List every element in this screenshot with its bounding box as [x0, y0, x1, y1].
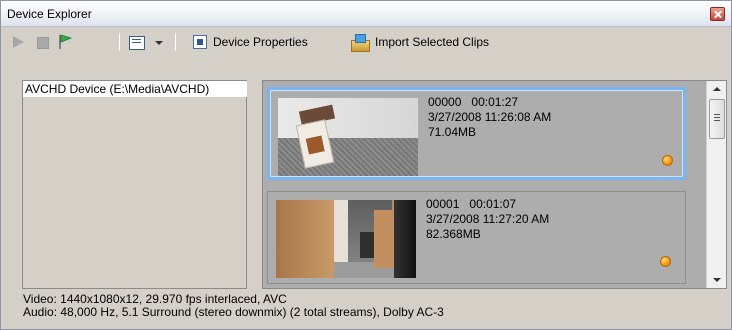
- status-dot-icon: [660, 256, 671, 267]
- device-explorer-window: Device Explorer Device Properties Import…: [0, 0, 732, 330]
- clip-id: 00000: [428, 95, 462, 109]
- scroll-down-button[interactable]: [707, 271, 726, 288]
- clip-datetime: 3/27/2008 11:27:20 AM: [426, 212, 550, 226]
- vertical-scrollbar[interactable]: [706, 81, 726, 288]
- clip-metadata: 00000 00:01:27 3/27/2008 11:26:08 AM 71.…: [428, 95, 551, 140]
- tree-item-avchd-device[interactable]: AVCHD Device (E:\Media\AVCHD): [23, 81, 247, 97]
- grip-icon: [714, 114, 720, 123]
- play-icon[interactable]: [11, 35, 27, 49]
- device-properties-button[interactable]: Device Properties: [193, 32, 308, 52]
- audio-info: Audio: 48,000 Hz, 5.1 Surround (stereo d…: [23, 305, 444, 319]
- scroll-up-button[interactable]: [707, 81, 726, 98]
- clip-datetime: 3/27/2008 11:26:08 AM: [428, 110, 552, 124]
- eject-flag-icon[interactable]: [57, 33, 73, 51]
- clip-size: 71.04MB: [428, 125, 477, 139]
- scroll-thumb[interactable]: [709, 99, 725, 139]
- clip-item[interactable]: 00000 00:01:27 3/27/2008 11:26:08 AM 71.…: [267, 87, 686, 180]
- clip-thumbnail[interactable]: [276, 200, 416, 278]
- chevron-down-icon[interactable]: [155, 41, 163, 45]
- window-title: Device Explorer: [7, 7, 92, 21]
- view-mode-icon[interactable]: [129, 35, 145, 50]
- clips-panel: 00000 00:01:27 3/27/2008 11:26:08 AM 71.…: [262, 80, 727, 289]
- status-dot-icon: [662, 155, 673, 166]
- clip-duration: 00:01:07: [469, 197, 517, 211]
- import-icon: [351, 34, 370, 52]
- properties-icon: [193, 35, 207, 49]
- close-button[interactable]: [710, 7, 725, 21]
- title-bar[interactable]: Device Explorer: [1, 1, 731, 27]
- clip-item[interactable]: 00001 00:01:07 3/27/2008 11:27:20 AM 82.…: [267, 191, 686, 284]
- import-selected-clips-button[interactable]: Import Selected Clips: [351, 32, 489, 52]
- device-properties-label: Device Properties: [213, 35, 308, 49]
- toolbar: Device Properties Import Selected Clips: [1, 28, 731, 56]
- clip-metadata: 00001 00:01:07 3/27/2008 11:27:20 AM 82.…: [426, 197, 549, 242]
- stop-icon[interactable]: [36, 35, 49, 49]
- clip-id: 00001: [426, 197, 460, 211]
- clip-thumbnail[interactable]: [278, 98, 418, 176]
- import-selected-label: Import Selected Clips: [375, 35, 490, 49]
- toolbar-separator: [175, 33, 176, 51]
- toolbar-separator: [119, 33, 120, 51]
- clip-duration: 00:01:27: [471, 95, 519, 109]
- clip-size: 82.368MB: [426, 227, 481, 241]
- device-tree-panel: AVCHD Device (E:\Media\AVCHD): [22, 80, 247, 289]
- clip-info: Video: 1440x1080x12, 29.970 fps interlac…: [23, 293, 444, 319]
